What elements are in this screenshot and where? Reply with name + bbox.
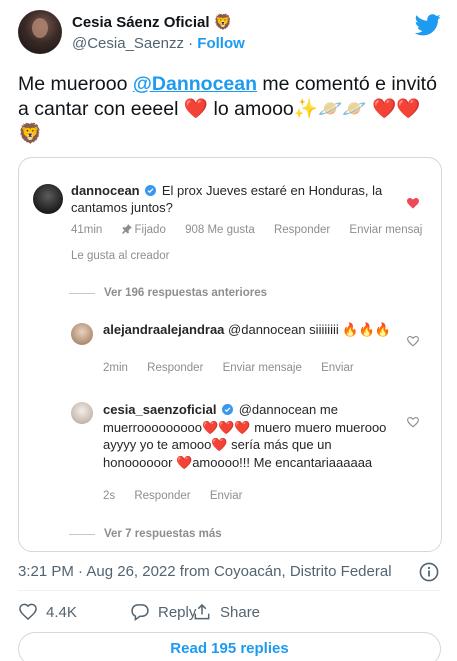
tweet-timestamp[interactable]: 3:21 PM · Aug 26, 2022 from Coyoacán, Di… [18,563,392,580]
dannocean-avatar [33,184,63,214]
heart-icon [19,603,37,621]
pinned-label: Fijado [121,224,170,236]
reply-label: Reply [158,603,197,621]
author-handle-row: @Cesia_Saenzz · Follow [72,35,245,52]
reply-1-username: alejandraalejandraa [103,322,225,337]
pin-icon [121,224,132,234]
divider [18,590,441,591]
liked-heart-icon[interactable] [407,198,419,209]
thread-line [69,293,95,294]
reply-1-meta: 2min Responder Enviar mensaje Enviar [103,362,370,374]
verified-badge-icon [145,185,157,196]
heart-outline-icon[interactable] [407,417,419,428]
reply-2-comment: cesia_saenzoficial @dannocean me muerroo… [103,401,403,471]
reply-1-comment: alejandraalejandraa @dannocean siiiiiiii… [103,321,393,339]
like-count: 908 Me gusta [185,224,255,236]
reply-action[interactable]: Reply [130,602,196,622]
reply-1-send-link[interactable]: Enviar [321,362,354,374]
author-name[interactable]: Cesia Sáenz Oficial 🦁 [72,13,232,31]
reply-1-text: @dannocean siiiiiiii 🔥🔥🔥 [228,322,391,337]
read-replies-button[interactable]: Read 195 replies [18,632,441,661]
tweet-text-part-1: Me muerooo [18,73,133,95]
reply-icon [131,604,149,622]
reply-2-meta: 2s Responder Enviar [103,490,258,502]
author-avatar[interactable] [18,10,62,54]
tweet-mention-link[interactable]: @Dannocean [133,73,257,95]
comment-time: 41min [71,224,103,236]
author-handle[interactable]: @Cesia_Saenzz [72,35,184,52]
liked-by-creator: Le gusta al creador [71,250,170,262]
share-icon [194,603,210,620]
reply-2-username: cesia_saenzoficial [103,402,217,417]
reply-2-time: 2s [103,490,116,502]
twitter-bird-icon[interactable] [415,14,441,36]
alejandra-avatar [71,323,93,345]
like-action[interactable]: 4.4K [18,602,77,622]
share-action[interactable]: Share [192,602,260,622]
comment-username: dannocean [71,183,140,198]
handle-separator: · [188,35,194,52]
verified-badge-icon [222,404,234,415]
reply-2-reply-link[interactable]: Responder [134,490,190,502]
main-comment-meta: 41min Fijado 908 Me gusta Responder Envi… [71,224,438,236]
cesia-avatar [71,402,93,424]
heart-outline-icon[interactable] [407,336,419,347]
reply-2-send-link[interactable]: Enviar [210,490,243,502]
reply-link[interactable]: Responder [274,224,330,236]
reply-1-send-message-link[interactable]: Enviar mensaje [223,362,302,374]
share-label: Share [220,603,261,621]
like-count: 4.4K [46,603,77,621]
view-previous-replies[interactable]: Ver 196 respuestas anteriores [104,287,267,299]
main-comment: dannocean El prox Jueves estaré en Hondu… [71,182,401,216]
tweet-actions: 4.4K Reply Share [18,602,348,624]
reply-1-reply-link[interactable]: Responder [147,362,203,374]
view-more-replies[interactable]: Ver 7 respuestas más [104,528,222,540]
reply-1-time: 2min [103,362,128,374]
info-icon[interactable] [419,562,439,582]
tweet-text: Me muerooo @Dannocean me comentó e invit… [18,72,443,147]
follow-button[interactable]: Follow [197,35,245,52]
tweet-media-image[interactable]: dannocean El prox Jueves estaré en Hondu… [18,157,442,552]
send-message-link[interactable]: Enviar mensaj [349,224,422,236]
thread-line [69,534,95,535]
